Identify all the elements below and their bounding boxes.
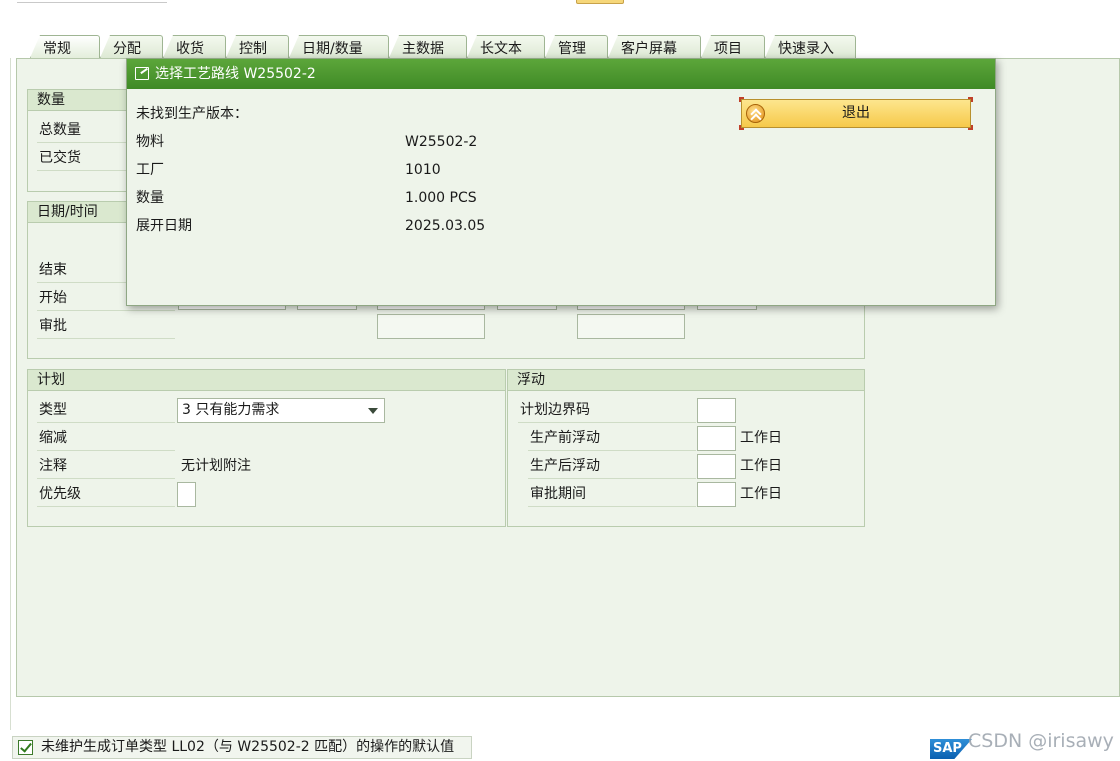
tab-label: 收货	[176, 41, 204, 57]
tab-label: 快速录入	[778, 41, 834, 57]
quantity-value: 1.000 PCS	[405, 190, 477, 206]
focus-corner	[739, 97, 744, 102]
focus-corner	[968, 125, 973, 130]
sched-margin-field[interactable]	[697, 398, 736, 423]
tab-project[interactable]: 项目	[701, 35, 765, 58]
tab-control[interactable]: 控制	[226, 35, 289, 58]
release-period-label: 审批期间	[528, 481, 696, 507]
priority-label: 优先级	[37, 481, 175, 507]
float-after-field[interactable]	[697, 454, 736, 479]
tab-label: 常规	[43, 41, 71, 57]
priority-field[interactable]	[177, 482, 196, 507]
dialog-message: 未找到生产版本：	[136, 106, 248, 122]
sap-logo: SAP	[930, 739, 972, 759]
tab-label: 分配	[113, 41, 141, 57]
material-label: 物料	[136, 134, 164, 150]
dialog-titlebar[interactable]: 选择工艺路线 W25502-2	[127, 59, 995, 89]
watermark: CSDN @irisawy	[968, 730, 1114, 752]
tab-dates-quantities[interactable]: 日期/数量	[289, 35, 389, 58]
exit-button[interactable]: 退出	[739, 97, 973, 130]
focus-corner	[739, 125, 744, 130]
chevron-down-icon[interactable]	[368, 408, 378, 414]
tab-label: 管理	[558, 41, 586, 57]
release-date-field-2[interactable]	[577, 314, 685, 339]
exit-icon	[746, 104, 765, 123]
quantity-label: 数量	[136, 190, 164, 206]
type-select[interactable]: 3 只有能力需求	[177, 398, 385, 423]
type-select-value: 3 只有能力需求	[182, 402, 280, 418]
tab-label: 长文本	[480, 41, 522, 57]
plant-value: 1010	[405, 162, 441, 178]
tab-quick-entry[interactable]: 快速录入	[765, 35, 856, 58]
tab-label: 主数据	[402, 41, 444, 57]
material-value: W25502-2	[405, 134, 478, 150]
float-before-unit: 工作日	[740, 430, 782, 446]
select-routing-dialog: 选择工艺路线 W25502-2 未找到生产版本： 物料 W25502-2 工厂 …	[126, 58, 996, 306]
note-label: 注释	[37, 453, 175, 479]
dialog-title: 选择工艺路线 W25502-2	[155, 66, 316, 82]
tab-label: 控制	[239, 41, 267, 57]
plant-label: 工厂	[136, 162, 164, 178]
toolbar-button-partial[interactable]	[576, 0, 624, 4]
float-after-unit: 工作日	[740, 458, 782, 474]
type-label: 类型	[37, 397, 175, 423]
edit-window-icon	[135, 67, 149, 80]
tab-label: 客户屏幕	[621, 41, 677, 57]
tab-label: 项目	[714, 41, 742, 57]
left-border	[10, 58, 11, 730]
sched-margin-label: 计划边界码	[518, 397, 696, 423]
release-period-unit: 工作日	[740, 486, 782, 502]
tab-long-text[interactable]: 长文本	[467, 35, 545, 58]
tab-label: 日期/数量	[302, 41, 363, 57]
header-divider	[17, 2, 167, 3]
exit-button-label: 退出	[842, 105, 870, 121]
group-title: 计划	[28, 370, 505, 391]
release-date-field[interactable]	[377, 314, 485, 339]
tab-general[interactable]: 常规	[30, 35, 100, 58]
tab-administration[interactable]: 管理	[545, 35, 608, 58]
note-value: 无计划附注	[181, 458, 251, 474]
focus-corner	[968, 97, 973, 102]
group-title: 浮动	[508, 370, 864, 391]
release-label: 审批	[37, 313, 175, 339]
success-check-icon	[18, 740, 33, 755]
float-before-field[interactable]	[697, 426, 736, 451]
tab-goods-receipt[interactable]: 收货	[163, 35, 226, 58]
status-message: 未维护生成订单类型 LL02（与 W25502-2 匹配）的操作的默认值	[41, 739, 455, 755]
explosion-date-value: 2025.03.05	[405, 218, 486, 234]
float-group: 浮动 计划边界码 生产前浮动 工作日 生产后浮动 工作日 审批期间 工作日	[507, 369, 865, 527]
float-before-label: 生产前浮动	[528, 425, 696, 451]
float-after-label: 生产后浮动	[528, 453, 696, 479]
release-period-field[interactable]	[697, 482, 736, 507]
planning-group: 计划 类型 3 只有能力需求 缩减 注释 无计划附注 优先级	[27, 369, 506, 527]
reduction-label: 缩减	[37, 425, 175, 451]
tab-customer-screen[interactable]: 客户屏幕	[608, 35, 701, 58]
tab-assignment[interactable]: 分配	[100, 35, 163, 58]
explosion-date-label: 展开日期	[136, 218, 192, 234]
status-bar[interactable]: 未维护生成订单类型 LL02（与 W25502-2 匹配）的操作的默认值	[12, 736, 472, 759]
tab-master-data[interactable]: 主数据	[389, 35, 467, 58]
